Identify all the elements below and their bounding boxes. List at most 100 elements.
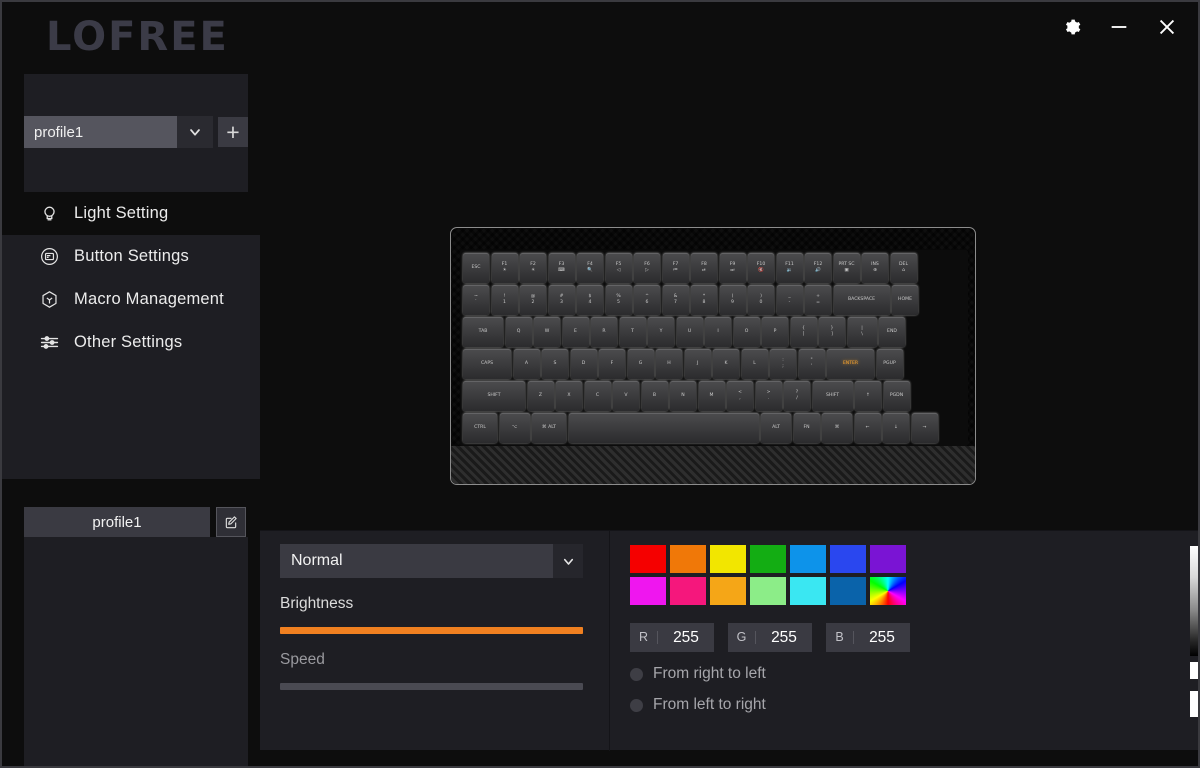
keyboard-key[interactable]: PGDN <box>883 381 910 411</box>
color-swatch-9[interactable] <box>710 577 746 605</box>
keyboard-key[interactable]: X <box>556 381 582 411</box>
keyboard-key[interactable]: ) 0 <box>748 285 774 315</box>
keyboard-key[interactable]: F12 🔊 <box>805 253 831 283</box>
keyboard-key[interactable]: ~ ` <box>463 285 489 315</box>
add-profile-button[interactable]: + <box>218 117 248 147</box>
sidebar-item-button-settings[interactable]: Button Settings <box>2 235 260 278</box>
keyboard-key[interactable]: ESC <box>463 253 489 283</box>
sidebar-item-macro-management[interactable]: Macro Management <box>2 278 260 321</box>
keyboard-key[interactable]: TAB <box>463 317 503 347</box>
color-swatch-4[interactable] <box>790 545 826 573</box>
color-swatch-0[interactable] <box>630 545 666 573</box>
color-swatch-1[interactable] <box>670 545 706 573</box>
color-swatch-2[interactable] <box>710 545 746 573</box>
keyboard-key[interactable]: ← <box>854 413 881 443</box>
keyboard-key[interactable]: F6 ▷ <box>634 253 660 283</box>
color-swatch-12[interactable] <box>830 577 866 605</box>
keyboard-key[interactable]: J <box>684 349 711 379</box>
keyboard-key[interactable]: CAPS <box>463 349 511 379</box>
brightness-slider[interactable] <box>280 627 583 634</box>
keyboard-key[interactable]: ↓ <box>883 413 909 443</box>
keyboard-widget[interactable]: ESC F1 ☀ F2 ☀ F3 ⌨ F4 🔍 F5 ◁ F6 ▷ F7 ⏮ F8 ⏯ F9 ⏭ F10 🔇 F11 🔉 F1… <box>450 227 976 485</box>
keyboard-key[interactable]: G <box>627 349 654 379</box>
keyboard-key[interactable]: (9 <box>719 285 746 315</box>
keyboard-key[interactable]: F8 ⏯ <box>691 253 717 283</box>
keyboard-key[interactable]: F4 🔍 <box>577 253 603 283</box>
color-preview-swatch[interactable] <box>1190 691 1198 717</box>
settings-gear-icon[interactable] <box>1054 10 1088 44</box>
keyboard-key[interactable]: F5 ◁ <box>605 253 632 283</box>
keyboard-key[interactable]: D <box>570 349 597 379</box>
keyboard-key[interactable]: E <box>562 317 589 347</box>
color-swatch-7[interactable] <box>630 577 666 605</box>
keyboard-key[interactable]: K <box>713 349 739 379</box>
keyboard-key[interactable]: }] <box>819 317 845 347</box>
close-icon[interactable] <box>1150 10 1184 44</box>
keyboard-key[interactable]: ENTER <box>827 349 874 379</box>
keyboard-key[interactable]: M <box>698 381 725 411</box>
direction-left-to-right[interactable]: From left to right <box>630 696 930 714</box>
keyboard-key[interactable]: HOME <box>892 285 918 315</box>
color-swatch-5[interactable] <box>830 545 866 573</box>
keyboard-key[interactable]: P <box>762 317 788 347</box>
light-mode-select[interactable]: Normal <box>280 544 583 578</box>
chevron-down-icon[interactable] <box>553 544 583 578</box>
keyboard-key[interactable]: CTRL <box>463 413 497 443</box>
keyboard-key[interactable]: _ - <box>776 285 803 315</box>
color-picker-gradient[interactable] <box>1190 546 1198 656</box>
keyboard-key[interactable]: F11 🔉 <box>776 253 803 283</box>
keyboard-key[interactable]: <, <box>727 381 753 411</box>
keyboard-key[interactable]: @2 <box>520 285 546 315</box>
sidebar-item-light-setting[interactable]: Light Setting <box>2 192 260 235</box>
keyboard-key[interactable]: PGUP <box>876 349 903 379</box>
color-swatch-3[interactable] <box>750 545 786 573</box>
keyboard-key[interactable]: ! 1 <box>491 285 518 315</box>
color-swatch-11[interactable] <box>790 577 826 605</box>
keyboard-key[interactable]: R <box>591 317 617 347</box>
keyboard-key[interactable]: " ' <box>798 349 825 379</box>
sidebar-item-other-settings[interactable]: Other Settings <box>2 321 260 364</box>
keyboard-key[interactable]: N <box>670 381 696 411</box>
profile-select[interactable]: profile1 <box>24 116 177 148</box>
keyboard-key[interactable] <box>568 413 759 443</box>
keyboard-key[interactable]: END <box>879 317 905 347</box>
keyboard-key[interactable]: % 5 <box>605 285 632 315</box>
color-swatch-6[interactable] <box>870 545 906 573</box>
keyboard-key[interactable]: #3 <box>548 285 575 315</box>
keyboard-key[interactable]: F <box>599 349 625 379</box>
keyboard-key[interactable]: $4 <box>577 285 603 315</box>
keyboard-key[interactable]: BACKSPACE <box>833 285 890 315</box>
minimize-icon[interactable] <box>1102 10 1136 44</box>
color-swatch-10[interactable] <box>750 577 786 605</box>
keyboard-key[interactable]: F3 ⌨ <box>548 253 575 283</box>
speed-slider[interactable] <box>280 683 583 690</box>
keyboard-key[interactable]: C <box>584 381 611 411</box>
keyboard-key[interactable]: ↑ <box>855 381 881 411</box>
keyboard-key[interactable]: F10 🔇 <box>748 253 774 283</box>
pencil-square-icon[interactable] <box>216 507 246 537</box>
rgb-field-g[interactable]: G 255 <box>728 623 812 652</box>
keyboard-key[interactable]: B <box>641 381 668 411</box>
keyboard-key[interactable]: O <box>733 317 760 347</box>
keyboard-key[interactable]: F2 ☀ <box>520 253 546 283</box>
keyboard-key[interactable]: S <box>542 349 568 379</box>
keyboard-key[interactable]: | \ <box>847 317 877 347</box>
keyboard-key[interactable]: I <box>705 317 731 347</box>
keyboard-key[interactable]: >. <box>755 381 782 411</box>
rgb-field-b[interactable]: B 255 <box>826 623 910 652</box>
keyboard-key[interactable]: T <box>619 317 646 347</box>
rgb-field-r[interactable]: R 255 <box>630 623 714 652</box>
direction-right-to-left[interactable]: From right to left <box>630 665 930 683</box>
keyboard-key[interactable]: W <box>534 317 560 347</box>
keyboard-key[interactable]: F9 ⏭ <box>719 253 746 283</box>
keyboard-key[interactable]: ⌘ ALT <box>532 413 566 443</box>
chevron-down-icon[interactable] <box>177 116 213 148</box>
keyboard-key[interactable]: H <box>656 349 682 379</box>
keyboard-key[interactable]: ⌥ <box>499 413 530 443</box>
keyboard-key[interactable]: ALT <box>761 413 791 443</box>
keyboard-key[interactable]: :; <box>770 349 796 379</box>
color-swatch-8[interactable] <box>670 577 706 605</box>
keyboard-key[interactable]: PRT SC ▣ <box>833 253 860 283</box>
keyboard-key[interactable]: DEL ⌂ <box>890 253 917 283</box>
color-swatch-13[interactable] <box>870 577 906 605</box>
